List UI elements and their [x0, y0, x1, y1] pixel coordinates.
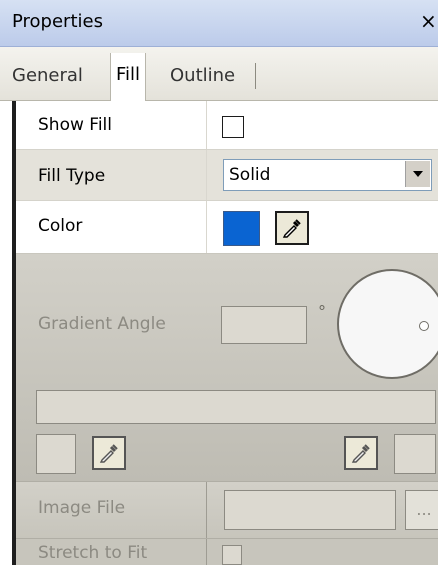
angle-dial[interactable]	[337, 269, 438, 379]
fill-type-row: Fill Type Solid	[16, 150, 438, 201]
title-bar: Properties ×	[0, 0, 438, 47]
column-divider	[206, 482, 207, 538]
degree-symbol: °	[318, 302, 326, 321]
show-fill-row: Show Fill	[16, 101, 438, 150]
gradient-section: Gradient Angle °	[16, 253, 438, 482]
column-divider	[206, 539, 207, 565]
color-swatch[interactable]	[223, 211, 260, 246]
eyedropper-icon[interactable]	[344, 436, 378, 470]
stretch-to-fit-row: Stretch to Fit	[16, 538, 438, 565]
eyedropper-icon[interactable]	[92, 436, 126, 470]
panel-title: Properties	[12, 11, 103, 32]
show-fill-label: Show Fill	[38, 115, 112, 135]
tab-general[interactable]: General	[12, 59, 83, 93]
fill-type-select[interactable]: Solid	[223, 159, 432, 191]
stretch-to-fit-label: Stretch to Fit	[38, 543, 148, 563]
close-icon[interactable]: ×	[420, 8, 438, 34]
gradient-preview-bar	[36, 390, 436, 424]
stretch-to-fit-checkbox[interactable]	[222, 545, 242, 565]
tab-outline[interactable]: Outline	[170, 59, 235, 93]
tab-strip: General Fill Outline	[0, 47, 438, 101]
properties-panel: Properties × General Fill Outline Show F…	[0, 0, 438, 565]
tab-divider	[255, 63, 256, 89]
color-row: Color	[16, 201, 438, 253]
gradient-angle-label: Gradient Angle	[38, 314, 166, 334]
gradient-angle-input[interactable]	[221, 306, 307, 344]
image-file-label: Image File	[38, 498, 126, 518]
image-file-input[interactable]	[224, 490, 396, 530]
fill-type-label: Fill Type	[38, 166, 106, 186]
angle-dial-knob[interactable]	[419, 321, 429, 331]
tab-fill[interactable]: Fill	[110, 53, 147, 101]
eyedropper-icon[interactable]	[275, 211, 309, 245]
gradient-end-color[interactable]	[394, 434, 436, 474]
dropdown-arrow-icon[interactable]	[405, 161, 430, 187]
browse-button[interactable]: ...	[405, 490, 438, 530]
column-divider	[206, 101, 207, 149]
gradient-start-color[interactable]	[36, 434, 76, 474]
column-divider	[206, 201, 207, 253]
show-fill-checkbox[interactable]	[222, 116, 244, 138]
image-file-row: Image File ...	[16, 481, 438, 538]
color-label: Color	[38, 216, 83, 236]
fill-type-value: Solid	[229, 165, 271, 185]
column-divider	[206, 150, 207, 200]
